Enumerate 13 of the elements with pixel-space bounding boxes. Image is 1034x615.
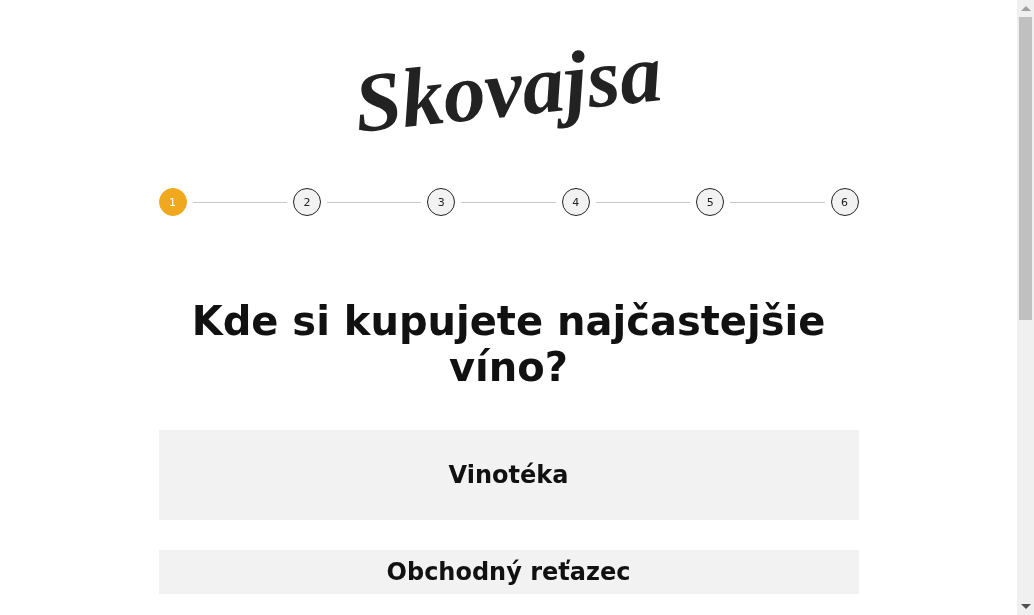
step-indicator[interactable]: 2 (292, 188, 321, 216)
scroll-up-icon[interactable] (1020, 6, 1031, 11)
answer-option[interactable]: Vinotéka (158, 430, 859, 520)
step-indicator[interactable]: 3 (427, 188, 456, 216)
step-indicator[interactable]: 4 (561, 188, 590, 216)
scrollbar[interactable] (1017, 0, 1034, 615)
step-indicator[interactable]: 6 (830, 188, 859, 216)
scroll-down-icon[interactable] (1020, 604, 1031, 609)
step-indicator[interactable]: 5 (696, 188, 725, 216)
answer-option[interactable]: Obchodný reťazec (158, 550, 859, 594)
question-heading: Kde si kupujete najčastejšie víno? (190, 298, 827, 390)
scrollbar-thumb[interactable] (1019, 17, 1032, 320)
logo: Skovajsa (350, 24, 667, 152)
